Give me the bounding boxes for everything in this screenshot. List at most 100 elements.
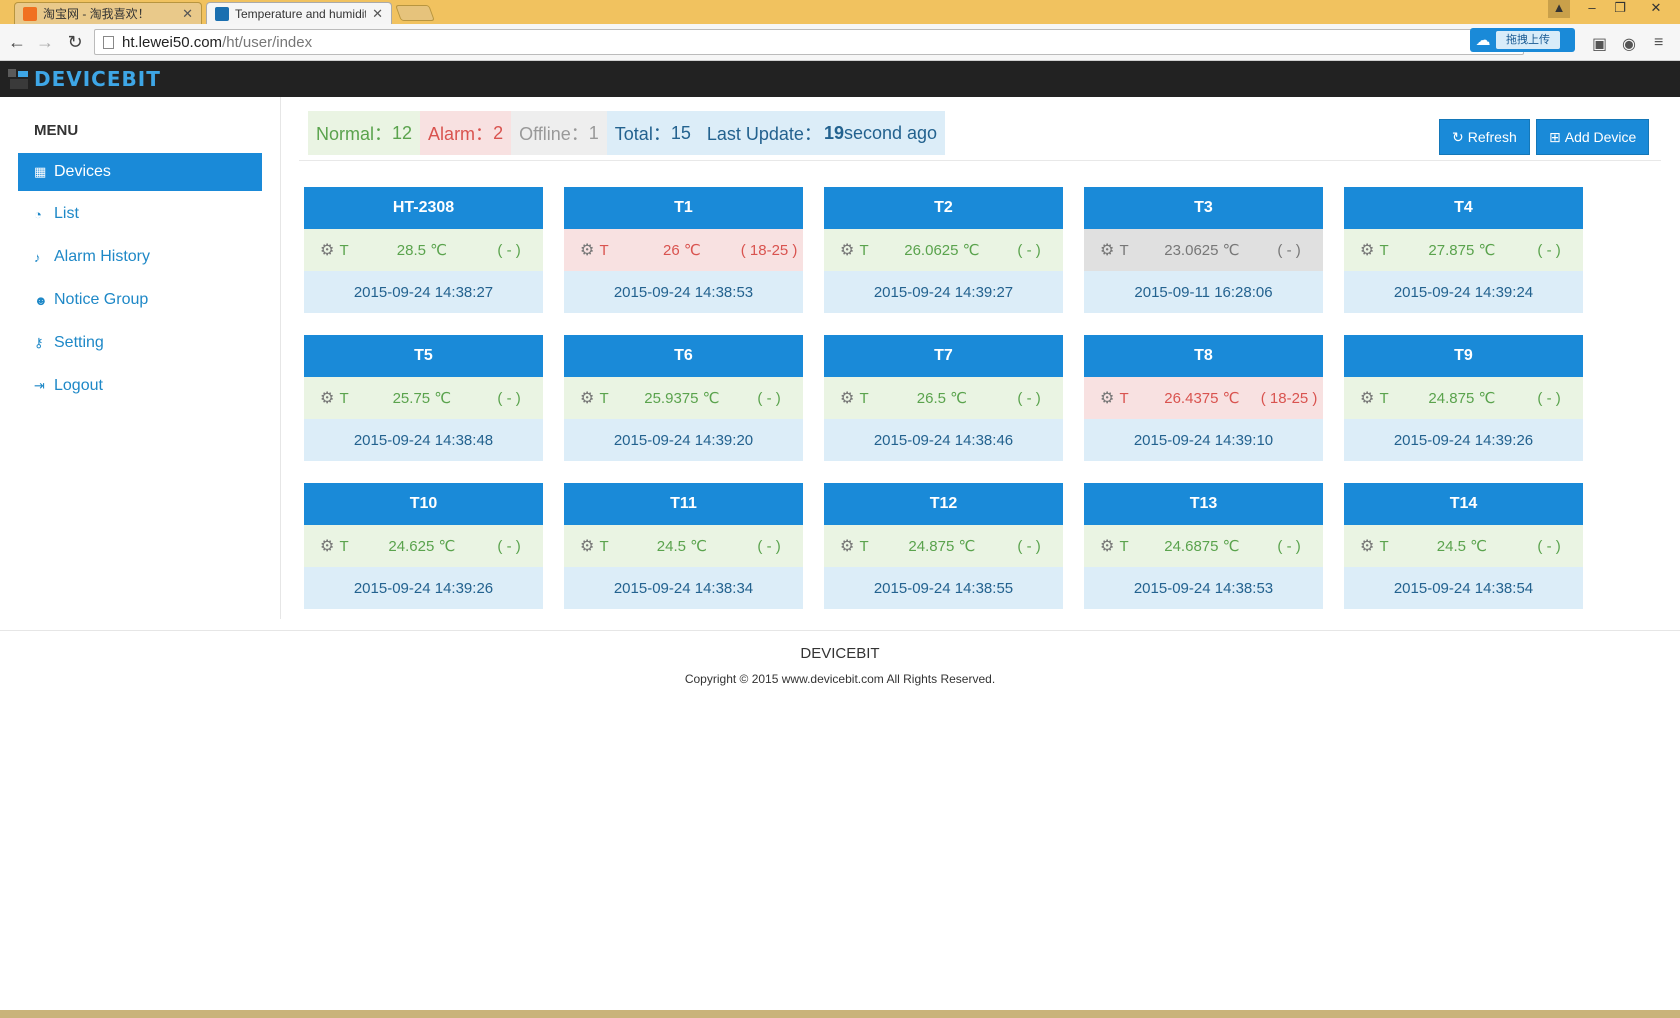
sensor-type: T (1119, 537, 1129, 555)
sensor-gear-icon: ⚙ (580, 538, 595, 555)
sensor-reading: 24.5 ℃ (656, 538, 707, 555)
device-card[interactable]: T5 ⚙ T 25.75 ℃ ( - ) 2015-09-24 14:38:48 (304, 335, 543, 461)
alarm-range: ( - ) (497, 537, 521, 555)
device-card[interactable]: T4 ⚙ T 27.875 ℃ ( - ) 2015-09-24 14:39:24 (1344, 187, 1583, 313)
sensor-row: ⚙ T 24.5 ℃ ( - ) (1344, 525, 1583, 567)
restore-icon[interactable]: ❐ (1606, 0, 1634, 20)
sensor-row: ⚙ T 28.5 ℃ ( - ) (304, 229, 543, 271)
sensor-row: ⚙ T 24.875 ℃ ( - ) (1344, 377, 1583, 419)
minimize-icon[interactable]: – (1578, 0, 1606, 20)
device-name[interactable]: T4 (1344, 187, 1583, 229)
sidebar-item-label: Logout (54, 377, 103, 394)
menu-title: MENU (34, 122, 79, 139)
sidebar-item-alarm-history[interactable]: ♪ Alarm History (18, 238, 262, 276)
drag-upload-button[interactable]: ☁ 拖拽上传 (1470, 28, 1575, 52)
device-card[interactable]: T3 ⚙ T 23.0625 ℃ ( - ) 2015-09-11 16:28:06 (1084, 187, 1323, 313)
device-card[interactable]: T1 ⚙ T 26 ℃ ( 18-25 ) 2015-09-24 14:38:53 (564, 187, 803, 313)
sensor-row: ⚙ T 26.0625 ℃ ( - ) (824, 229, 1063, 271)
record-icon[interactable]: ◉ (1622, 34, 1636, 54)
device-name[interactable]: T5 (304, 335, 543, 377)
device-card[interactable]: T13 ⚙ T 24.6875 ℃ ( - ) 2015-09-24 14:38:53 (1084, 483, 1323, 609)
sidebar-item-setting[interactable]: ⚷ Setting (18, 324, 262, 362)
sensor-row: ⚙ T 26 ℃ ( 18-25 ) (564, 229, 803, 271)
sensor-type: T (1119, 241, 1129, 259)
close-window-icon[interactable]: ✕ (1636, 0, 1676, 20)
normal-count-badge: Normal： 12 (308, 111, 421, 155)
sensor-gear-icon: ⚙ (840, 242, 855, 259)
tab-title: 淘宝网 - 淘我喜欢！ (43, 7, 150, 21)
device-name[interactable]: T3 (1084, 187, 1323, 229)
device-name[interactable]: T10 (304, 483, 543, 525)
browser-tab-active[interactable]: Temperature and humidit ✕ (206, 2, 392, 24)
new-tab-button[interactable] (395, 5, 435, 21)
tab-title: Temperature and humidit (235, 6, 367, 21)
sensor-reading: 24.5 ℃ (1436, 538, 1487, 555)
refresh-icon: ↻ (1452, 128, 1464, 145)
plus-square-icon: ⊞ (1549, 128, 1561, 145)
sign-out-icon: ⇥ (34, 378, 45, 393)
sensor-row: ⚙ T 25.75 ℃ ( - ) (304, 377, 543, 419)
reload-icon[interactable]: ↻ (64, 32, 86, 53)
device-card[interactable]: T6 ⚙ T 25.9375 ℃ ( - ) 2015-09-24 14:39:20 (564, 335, 803, 461)
device-name[interactable]: T1 (564, 187, 803, 229)
sensor-type: T (599, 537, 609, 555)
last-update-time: 2015-09-24 14:38:53 (564, 271, 803, 313)
address-bar[interactable]: ht.lewei50.com/ht/user/index (94, 29, 1524, 55)
device-name[interactable]: T7 (824, 335, 1063, 377)
device-card[interactable]: T12 ⚙ T 24.875 ℃ ( - ) 2015-09-24 14:38:55 (824, 483, 1063, 609)
device-name[interactable]: T11 (564, 483, 803, 525)
menu-icon[interactable]: ≡ (1654, 34, 1663, 52)
user-profile-icon[interactable]: ▲ (1548, 0, 1570, 18)
device-card[interactable]: T10 ⚙ T 24.625 ℃ ( - ) 2015-09-24 14:39:26 (304, 483, 543, 609)
footer: DEVICEBIT Copyright © 2015 www.devicebit… (0, 630, 1680, 686)
sidebar-item-notice-group[interactable]: ☻ Notice Group (18, 281, 262, 319)
sensor-type: T (859, 537, 869, 555)
sensor-row: ⚙ T 23.0625 ℃ ( - ) (1084, 229, 1323, 271)
device-name[interactable]: T14 (1344, 483, 1583, 525)
sensor-gear-icon: ⚙ (840, 390, 855, 407)
sensor-type: T (859, 241, 869, 259)
sidebar-item-list[interactable]: ◔ List (18, 195, 262, 233)
logo[interactable]: DEVICEBIT (6, 67, 161, 91)
sensor-reading: 24.875 ℃ (908, 538, 976, 555)
last-update-badge: Last Update： 19 second ago (698, 111, 946, 155)
device-name[interactable]: T13 (1084, 483, 1323, 525)
device-card[interactable]: T11 ⚙ T 24.5 ℃ ( - ) 2015-09-24 14:38:34 (564, 483, 803, 609)
device-name[interactable]: T8 (1084, 335, 1323, 377)
forward-arrow-icon[interactable]: → (34, 32, 56, 53)
device-card[interactable]: T2 ⚙ T 26.0625 ℃ ( - ) 2015-09-24 14:39:27 (824, 187, 1063, 313)
close-icon[interactable]: ✕ (182, 6, 193, 22)
device-name[interactable]: T6 (564, 335, 803, 377)
device-card[interactable]: T14 ⚙ T 24.5 ℃ ( - ) 2015-09-24 14:38:54 (1344, 483, 1583, 609)
last-update-time: 2015-09-24 14:39:27 (824, 271, 1063, 313)
add-device-button[interactable]: ⊞ Add Device (1536, 119, 1650, 155)
alarm-range: ( - ) (1017, 241, 1041, 259)
device-card[interactable]: T9 ⚙ T 24.875 ℃ ( - ) 2015-09-24 14:39:26 (1344, 335, 1583, 461)
browser-tabstrip: 淘宝网 - 淘我喜欢！ ✕ Temperature and humidit ✕ … (0, 0, 1680, 24)
alarm-range: ( - ) (497, 389, 521, 407)
browser-tab-taobao[interactable]: 淘宝网 - 淘我喜欢！ ✕ (14, 2, 202, 24)
refresh-label: Refresh (1467, 129, 1517, 145)
sidebar-item-devices[interactable]: ▦ Devices (18, 153, 262, 191)
device-name[interactable]: T9 (1344, 335, 1583, 377)
device-name[interactable]: T12 (824, 483, 1063, 525)
device-card[interactable]: T8 ⚙ T 26.4375 ℃ ( 18-25 ) 2015-09-24 14:39:1… (1084, 335, 1323, 461)
device-card[interactable]: T7 ⚙ T 26.5 ℃ ( - ) 2015-09-24 14:38:46 (824, 335, 1063, 461)
last-update-time: 2015-09-24 14:39:26 (304, 567, 543, 609)
page-icon (103, 35, 114, 49)
extension-icon[interactable]: ▣ (1592, 34, 1607, 54)
back-arrow-icon[interactable]: ← (6, 32, 28, 53)
sensor-gear-icon: ⚙ (1100, 390, 1115, 407)
refresh-button[interactable]: ↻ Refresh (1439, 119, 1530, 155)
sidebar-item-logout[interactable]: ⇥ Logout (18, 367, 262, 405)
sensor-type: T (339, 241, 349, 259)
close-icon[interactable]: ✕ (372, 6, 383, 22)
sidebar-item-label: List (54, 205, 79, 222)
alarm-range: ( - ) (1017, 537, 1041, 555)
last-update-time: 2015-09-24 14:38:53 (1084, 567, 1323, 609)
device-name[interactable]: HT-2308 (304, 187, 543, 229)
device-card[interactable]: HT-2308 ⚙ T 28.5 ℃ ( - ) 2015-09-24 14:38:27 (304, 187, 543, 313)
last-update-time: 2015-09-24 14:38:27 (304, 271, 543, 313)
sensor-row: ⚙ T 24.5 ℃ ( - ) (564, 525, 803, 567)
device-name[interactable]: T2 (824, 187, 1063, 229)
